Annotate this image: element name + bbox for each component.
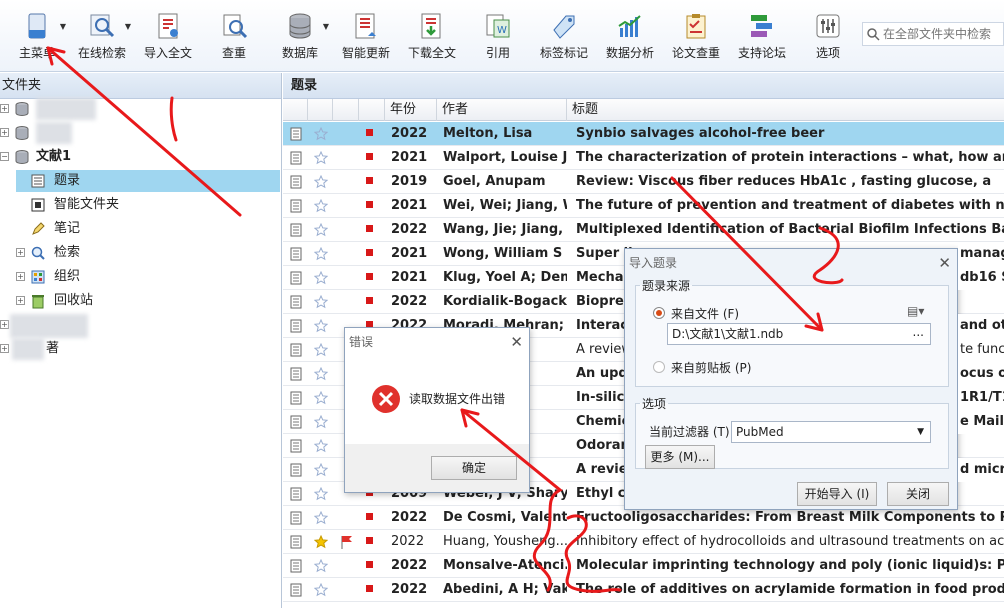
annotation-arrow-3 [670,176,824,332]
annotation-overlay [46,46,844,593]
annotation-curve [812,226,844,285]
annotation-mark [169,96,178,142]
annotation-arrow-2 [460,408,563,592]
annotation-arrow-1 [46,46,242,217]
annotation-squiggle [564,514,622,593]
